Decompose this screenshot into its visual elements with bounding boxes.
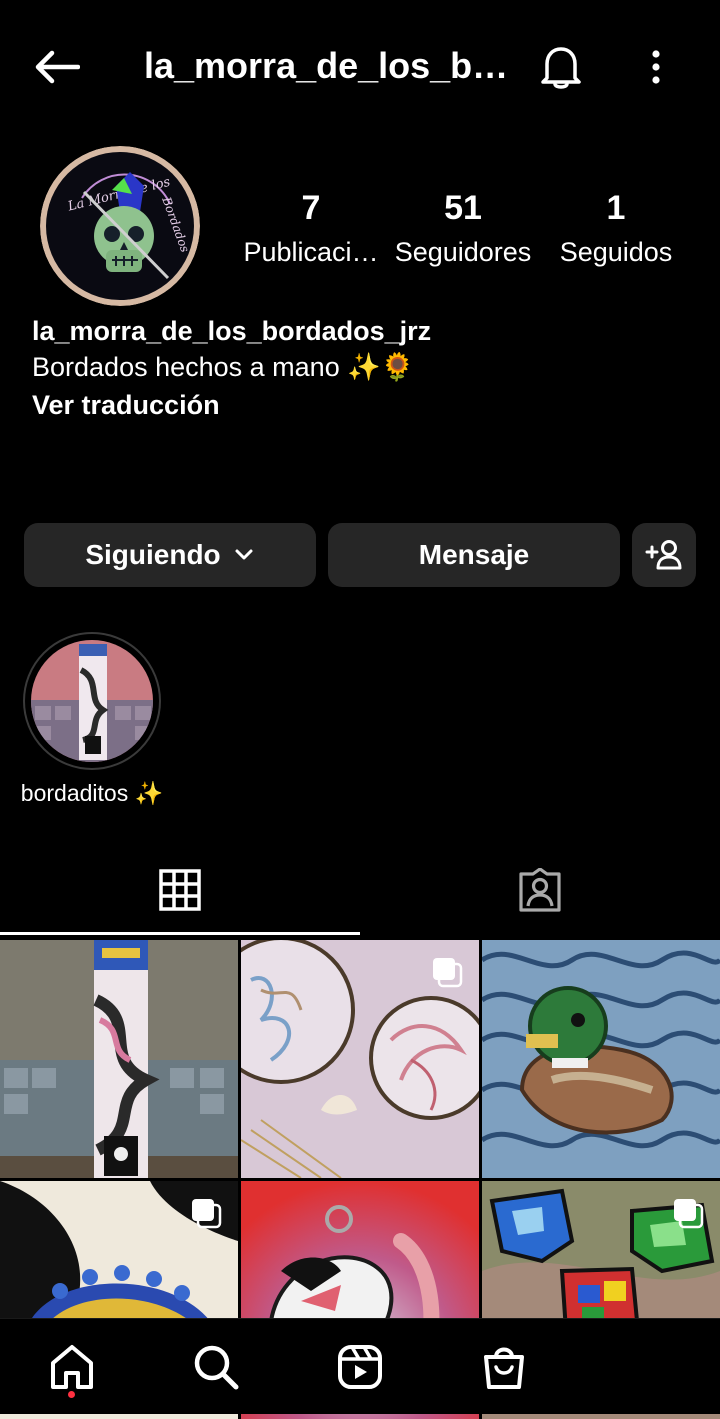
stat-followers-label: Seguidores xyxy=(394,237,532,267)
stat-followers-value: 51 xyxy=(444,189,482,227)
carousel-icon xyxy=(674,1199,704,1229)
highlight-label: bordaditos ✨ xyxy=(20,780,164,806)
post-tile[interactable] xyxy=(482,940,720,1178)
notifications-button[interactable] xyxy=(534,40,588,94)
add-person-icon xyxy=(645,540,682,570)
carousel-icon xyxy=(433,958,463,988)
reels-icon xyxy=(338,1345,382,1389)
profile-bio: Bordados hechos a mano ✨🌻 xyxy=(32,352,415,382)
following-button-label: Siguiendo xyxy=(85,539,221,570)
search-icon xyxy=(194,1345,239,1390)
bell-icon xyxy=(541,47,581,89)
nav-shop[interactable] xyxy=(474,1337,534,1397)
highlight-cover xyxy=(31,640,153,762)
back-button[interactable] xyxy=(28,42,84,92)
post-tile[interactable] xyxy=(0,940,238,1178)
avatar-image: La Morra de los Bordados xyxy=(40,146,200,306)
more-options-button[interactable] xyxy=(632,40,680,94)
nav-search[interactable] xyxy=(186,1337,246,1397)
profile-avatar[interactable]: La Morra de los Bordados xyxy=(40,146,200,306)
nav-reels[interactable] xyxy=(330,1337,390,1397)
tagged-person-icon xyxy=(519,868,561,912)
stat-following-value: 1 xyxy=(606,189,626,227)
highlight-bordaditos[interactable] xyxy=(23,632,161,770)
message-button[interactable]: Mensaje xyxy=(328,523,620,587)
suggested-users-button[interactable] xyxy=(632,523,696,587)
carousel-icon xyxy=(192,1199,222,1229)
back-arrow-icon xyxy=(35,50,80,84)
active-tab-indicator xyxy=(0,932,360,935)
stat-following[interactable]: 1 Seguidos xyxy=(548,188,684,272)
stat-following-label: Seguidos xyxy=(559,237,673,267)
page-title: la_morra_de_los_b… xyxy=(144,45,509,86)
more-vertical-icon xyxy=(652,50,660,84)
notification-dot xyxy=(68,1391,75,1398)
nav-home[interactable] xyxy=(42,1337,102,1397)
tab-tagged[interactable] xyxy=(360,846,720,934)
stat-followers[interactable]: 51 Seguidores xyxy=(390,188,536,272)
bottom-navigation xyxy=(0,1318,720,1414)
shop-icon xyxy=(484,1347,524,1389)
post-image xyxy=(0,940,238,1178)
stat-posts[interactable]: 7 Publicaci… xyxy=(238,188,384,272)
stat-posts-label: Publicaci… xyxy=(243,237,379,267)
see-translation-link[interactable]: Ver traducción xyxy=(32,387,220,423)
stat-posts-value: 7 xyxy=(301,189,321,227)
post-image xyxy=(482,940,720,1178)
chevron-down-icon xyxy=(235,549,253,560)
post-tile[interactable] xyxy=(241,940,479,1178)
tab-posts-grid[interactable] xyxy=(0,846,360,934)
profile-username: la_morra_de_los_bordados_jrz xyxy=(32,316,432,346)
following-button[interactable]: Siguiendo xyxy=(24,523,316,587)
grid-icon xyxy=(159,869,201,911)
home-icon xyxy=(51,1345,93,1389)
